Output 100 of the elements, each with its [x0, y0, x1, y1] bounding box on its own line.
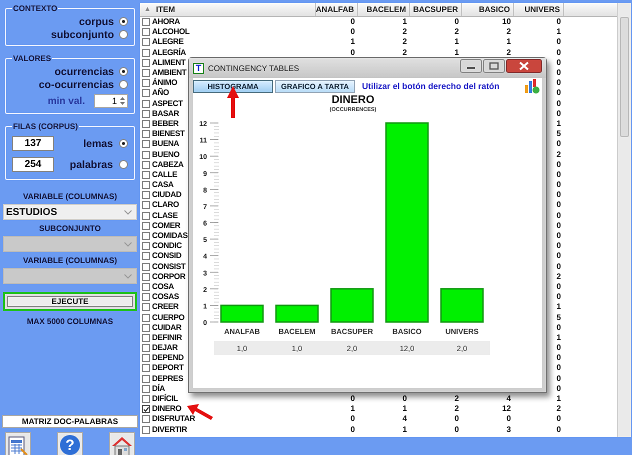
item-name: DEPORT	[152, 363, 184, 374]
checkbox[interactable]	[142, 160, 150, 169]
checkbox[interactable]	[142, 293, 150, 302]
count-field[interactable]: 137	[12, 136, 54, 151]
table-cell: 0	[402, 394, 407, 404]
checkbox[interactable]	[142, 212, 150, 220]
close-icon[interactable]	[506, 59, 542, 73]
matrix-button[interactable]: MATRIZ DOC-PALABRAS	[2, 415, 138, 428]
dropdown[interactable]: ESTUDIOS	[3, 204, 137, 220]
column-header[interactable]: UNIVERS	[514, 3, 564, 16]
spinner-arrows-icon[interactable]	[119, 95, 126, 107]
radio-button[interactable]	[119, 139, 128, 148]
radio-button[interactable]	[119, 17, 128, 26]
column-header[interactable]: BACELEM	[358, 3, 410, 16]
bar	[275, 304, 319, 323]
column-header[interactable]: ANALFAB	[316, 3, 358, 16]
count-field[interactable]: 254	[12, 157, 54, 172]
checkbox[interactable]	[142, 69, 150, 78]
dropdown-label: VARIABLE (COLUMNAS)	[22, 256, 118, 265]
item-name: ALEGRE	[152, 37, 184, 48]
checkbox[interactable]	[142, 28, 150, 36]
checkbox[interactable]	[142, 110, 150, 118]
checkbox[interactable]	[142, 48, 150, 57]
chart-icon[interactable]	[524, 78, 540, 94]
checkbox[interactable]	[142, 426, 150, 434]
checkbox[interactable]	[142, 120, 150, 128]
checkbox[interactable]	[142, 38, 150, 46]
radio-button[interactable]	[119, 160, 128, 169]
checkbox[interactable]	[142, 262, 150, 271]
item-name: CORPOR	[152, 272, 186, 282]
item-name: DEFINIR	[152, 332, 182, 343]
checkbox[interactable]	[142, 150, 150, 159]
table-cell: 0	[556, 322, 561, 333]
column-header[interactable]: BACSUPER	[410, 3, 462, 16]
checkbox[interactable]	[142, 415, 150, 424]
item-name: BASAR	[152, 108, 179, 119]
radio-button[interactable]	[119, 67, 128, 76]
radio-button[interactable]	[119, 80, 128, 89]
maximize-icon[interactable]	[483, 59, 505, 73]
checkbox[interactable]	[142, 181, 150, 190]
scrollbar[interactable]	[617, 3, 631, 437]
checkbox[interactable]	[142, 242, 150, 250]
radio-button[interactable]	[119, 30, 128, 39]
checkbox[interactable]	[142, 354, 150, 362]
item-name: COSA	[152, 282, 174, 292]
y-tick-mark	[210, 288, 218, 290]
app-icon: T	[193, 62, 204, 74]
spreadsheet-button[interactable]	[5, 432, 31, 455]
checkbox[interactable]	[142, 334, 150, 342]
y-tick-mark	[210, 305, 218, 306]
minimize-icon[interactable]	[460, 59, 482, 73]
checkbox[interactable]	[142, 100, 150, 108]
checkbox[interactable]	[142, 405, 150, 414]
item-name: CUIDAR	[152, 322, 182, 333]
checkbox[interactable]	[142, 170, 150, 179]
item-name: DINERO	[152, 404, 182, 414]
table-cell: 0	[350, 48, 355, 58]
execute-button[interactable]: EJECUTE	[3, 292, 137, 311]
checkbox[interactable]	[142, 395, 150, 404]
checkbox[interactable]	[142, 79, 150, 88]
table-cell: 2	[402, 48, 407, 58]
checkbox[interactable]	[142, 252, 150, 260]
checkbox[interactable]	[142, 272, 150, 281]
checkbox[interactable]	[142, 201, 150, 210]
radio-label: co-ocurrencias	[38, 78, 114, 90]
y-tick-mark	[210, 188, 218, 190]
item-name: DEJAR	[152, 343, 178, 354]
checkbox[interactable]	[142, 140, 150, 148]
item-name: AHORA	[152, 17, 180, 28]
item-name: BIENEST	[152, 129, 185, 140]
checkbox[interactable]	[142, 58, 150, 67]
checkbox[interactable]	[142, 282, 150, 291]
checkbox[interactable]	[142, 314, 150, 322]
table-cell: 2	[556, 150, 561, 160]
item-name: BEBER	[152, 118, 179, 129]
table-cell: 2	[454, 394, 459, 404]
column-header[interactable]: BASICO	[462, 3, 514, 16]
checkbox[interactable]	[142, 191, 150, 200]
checkbox[interactable]	[142, 344, 150, 352]
scroll-thumb[interactable]	[620, 17, 629, 137]
checkbox[interactable]	[142, 384, 150, 393]
checkbox[interactable]	[142, 130, 150, 138]
checkbox[interactable]	[142, 89, 150, 98]
table-cell: 0	[556, 160, 561, 170]
checkbox[interactable]	[142, 364, 150, 372]
checkbox[interactable]	[142, 324, 150, 332]
checkbox[interactable]	[142, 222, 150, 230]
checkbox[interactable]	[142, 18, 150, 26]
checkbox[interactable]	[142, 374, 150, 383]
checkbox[interactable]	[142, 303, 150, 312]
spreadsheet-icon	[7, 435, 29, 455]
table-cell: 4	[506, 394, 511, 404]
checkbox[interactable]	[142, 232, 150, 240]
home-button[interactable]	[109, 432, 135, 455]
group-title: FILAS (CORPUS)	[12, 122, 79, 131]
table-cell: 0	[454, 17, 459, 28]
item-name: COMER	[152, 220, 180, 231]
table-cell: 2	[454, 27, 459, 38]
table-cell: 0	[556, 68, 561, 78]
min-value-spinner[interactable]: 1	[94, 94, 128, 108]
